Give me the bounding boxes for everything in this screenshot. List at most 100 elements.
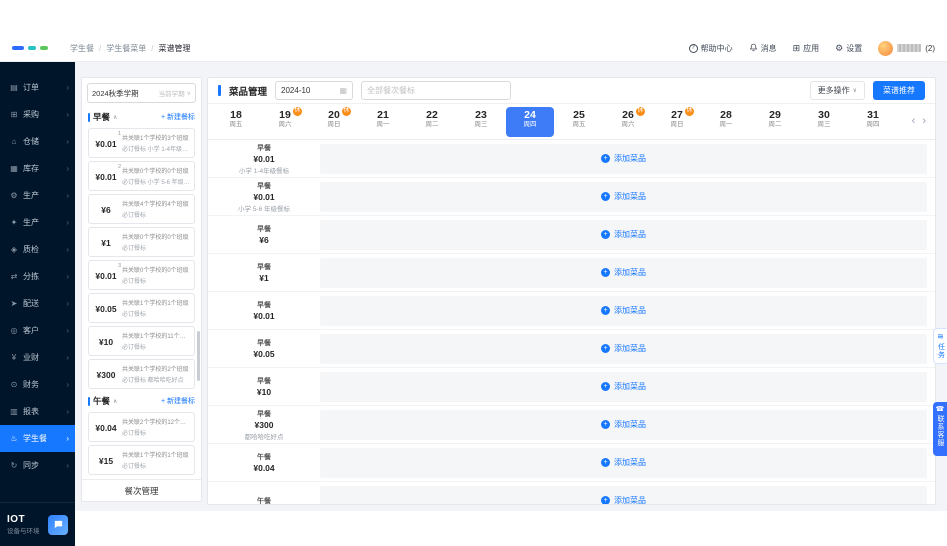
meal-standard-card[interactable]: ¥6 共关联4个学校的4个班级 必订餐标 (88, 194, 195, 224)
semester-select[interactable]: 2024秋季学期 当前学期 ∨ (87, 83, 196, 103)
meal-standard-card[interactable]: ¥0.01 2 共关联0个学校的0个班级 必订餐标 小学 5-6 年级餐标 (88, 161, 195, 191)
breakfast-section-header[interactable]: 早餐 ∧ + 新建餐标 (82, 108, 201, 125)
calendar-day-cell[interactable]: 31 周四 (849, 107, 897, 137)
calendar-day-cell[interactable]: 29 周二 (751, 107, 799, 137)
add-dish-button[interactable]: + 添加菜品 (601, 343, 646, 354)
add-dish-label: 添加菜品 (614, 457, 646, 468)
month-picker[interactable]: 2024-10 ▦ (275, 81, 353, 100)
dish-slot: + 添加菜品 (320, 182, 927, 212)
meal-standard-cell: 早餐 ¥0.05 (208, 330, 320, 367)
meal-standard-cell: 午餐 (208, 482, 320, 505)
sidebar-item[interactable]: ⊙ 财务 › (0, 371, 75, 398)
meal-standard-card[interactable]: ¥0.05 共关联1个学校的1个班级 必订餐标 (88, 293, 195, 323)
calendar-day-cell[interactable]: 休 27 周日 (653, 107, 701, 137)
prev-week-button[interactable]: ‹ (912, 116, 916, 127)
add-dish-button[interactable]: + 添加菜品 (601, 381, 646, 392)
meal-price: ¥0.05 (253, 349, 274, 359)
meal-standard-card[interactable]: ¥1 共关联0个学校的0个班级 必订餐标 (88, 227, 195, 257)
meal-standard-card[interactable]: ¥300 共关联1个学校的2个班级 必订餐标 都哈哈吃好点 (88, 359, 195, 389)
sidebar-item[interactable]: ↻ 同步 › (0, 452, 75, 479)
add-dish-label: 添加菜品 (614, 229, 646, 240)
orders-icon: ▤ (9, 83, 19, 92)
sidebar-item[interactable]: ▥ 报表 › (0, 398, 75, 425)
card-tags-text: 必订餐标 (122, 428, 190, 437)
sidebar-item-label: 客户 (23, 325, 62, 336)
search-input[interactable] (361, 81, 511, 100)
breadcrumb-item[interactable]: 学生餐菜单 (106, 43, 146, 54)
breadcrumb-item[interactable]: 学生餐 (70, 43, 94, 54)
calendar-day-cell[interactable]: 24 周四 (506, 107, 554, 137)
sidebar-item[interactable]: ⇄ 分拣 › (0, 263, 75, 290)
add-dish-button[interactable]: + 添加菜品 (601, 305, 646, 316)
add-dish-button[interactable]: + 添加菜品 (601, 191, 646, 202)
card-relation-text: 共关联1个学校的1个班级 (122, 450, 190, 459)
sidebar-item[interactable]: ⌂ 仓储 › (0, 128, 75, 155)
messages-button[interactable]: 消息 (749, 43, 777, 54)
app-window: 学生餐 / 学生餐菜单 / 菜谱管理 ? 帮助中心 消息 ⊞ 应用 ⚙ (0, 0, 947, 546)
sidebar-item[interactable]: ▤ 订单 › (0, 74, 75, 101)
sidebar-item[interactable]: ¥ 业财 › (0, 344, 75, 371)
contact-support-floater[interactable]: ☎ 联系客服 (933, 402, 947, 456)
calendar-day-cell[interactable]: 30 周三 (800, 107, 848, 137)
add-dish-label: 添加菜品 (614, 495, 646, 505)
calendar-day-cell[interactable]: 25 周五 (555, 107, 603, 137)
add-dish-button[interactable]: + 添加菜品 (601, 419, 646, 430)
meal-price: ¥6 (259, 235, 268, 245)
meal-standard-card[interactable]: ¥10 共关联1个学校的11个班级 必订餐标 (88, 326, 195, 356)
meal-standard-card[interactable]: ¥0.01 1 共关联1个学校的3个班级 必订餐标 小学 1-4年级餐标 (88, 128, 195, 158)
meal-type: 午餐 (257, 452, 271, 462)
app-logo[interactable] (12, 46, 48, 50)
calendar-day-cell[interactable]: 23 周三 (457, 107, 505, 137)
meal-type: 早餐 (257, 376, 271, 386)
add-dish-button[interactable]: + 添加菜品 (601, 457, 646, 468)
calendar-day-cell[interactable]: 休 19 周六 (261, 107, 309, 137)
sidebar-item[interactable]: ♨ 学生餐 › (0, 425, 75, 452)
chevron-right-icon: › (66, 164, 69, 173)
sidebar-item[interactable]: ◎ 客户 › (0, 317, 75, 344)
card-tags-text: 必订餐标 都哈哈吃好点 (122, 375, 190, 384)
calendar-day-cell[interactable]: 休 26 周六 (604, 107, 652, 137)
sidebar-item[interactable]: ✦ 生产 › (0, 209, 75, 236)
calendar-day-cell[interactable]: 28 周一 (702, 107, 750, 137)
recipe-recommend-button[interactable]: 菜谱推荐 (873, 81, 925, 100)
sidebar-item[interactable]: ▦ 库存 › (0, 155, 75, 182)
meal-times-management-button[interactable]: 餐次管理 (82, 479, 201, 501)
sidebar-item[interactable]: ◈ 质检 › (0, 236, 75, 263)
meal-standard-card[interactable]: ¥0.01 3 共关联0个学校的0个班级 必订餐标 (88, 260, 195, 290)
sidebar-item[interactable]: ⊞ 采购 › (0, 101, 75, 128)
add-dish-button[interactable]: + 添加菜品 (601, 153, 646, 164)
help-center-button[interactable]: ? 帮助中心 (689, 43, 733, 54)
tasks-floater[interactable]: ≋ 任务 (933, 328, 947, 364)
calendar-day-cell[interactable]: 休 20 周日 (310, 107, 358, 137)
lunch-section-header[interactable]: 午餐 ∧ + 新建餐标 (82, 392, 201, 409)
help-label: 帮助中心 (701, 43, 733, 54)
card-price: ¥0.04 (95, 423, 116, 433)
next-week-button[interactable]: › (922, 116, 926, 127)
add-dish-button[interactable]: + 添加菜品 (601, 495, 646, 505)
meal-standard-card[interactable]: ¥15 共关联1个学校的1个班级 必订餐标 (88, 445, 195, 475)
settings-button[interactable]: ⚙ 设置 (835, 43, 862, 54)
collapse-icon: ∧ (113, 398, 117, 405)
calendar-day-cell[interactable]: 22 周二 (408, 107, 456, 137)
meal-standard-card[interactable]: ¥0.04 共关联2个学校的12个班级 必订餐标 (88, 412, 195, 442)
dish-management-panel: 菜品管理 2024-10 ▦ 更多操作 ∨ 菜谱推荐 18 周五 (207, 77, 936, 505)
add-dish-button[interactable]: + 添加菜品 (601, 229, 646, 240)
scrollbar-thumb[interactable] (197, 331, 200, 381)
calendar-day-cell[interactable]: 18 周五 (212, 107, 260, 137)
add-dish-button[interactable]: + 添加菜品 (601, 267, 646, 278)
iot-device-icon (48, 515, 68, 535)
meal-price: ¥0.04 (253, 463, 274, 473)
iot-panel[interactable]: IOT 设备与环境 (0, 502, 75, 546)
sidebar-item[interactable]: ➤ 配送 › (0, 290, 75, 317)
day-weekday: 周五 (555, 121, 603, 129)
new-meal-standard-button[interactable]: + 新建餐标 (161, 112, 195, 122)
user-menu[interactable]: (2) (878, 41, 935, 56)
sidebar-item[interactable]: ⚙ 生产 › (0, 182, 75, 209)
meal-price: ¥10 (257, 387, 271, 397)
calendar-day-cell[interactable]: 21 周一 (359, 107, 407, 137)
more-actions-button[interactable]: 更多操作 ∨ (810, 81, 865, 100)
customers-icon: ◎ (9, 326, 19, 335)
apps-button[interactable]: ⊞ 应用 (793, 43, 820, 54)
new-meal-standard-button[interactable]: + 新建餐标 (161, 396, 195, 406)
meal-type: 早餐 (257, 181, 271, 191)
